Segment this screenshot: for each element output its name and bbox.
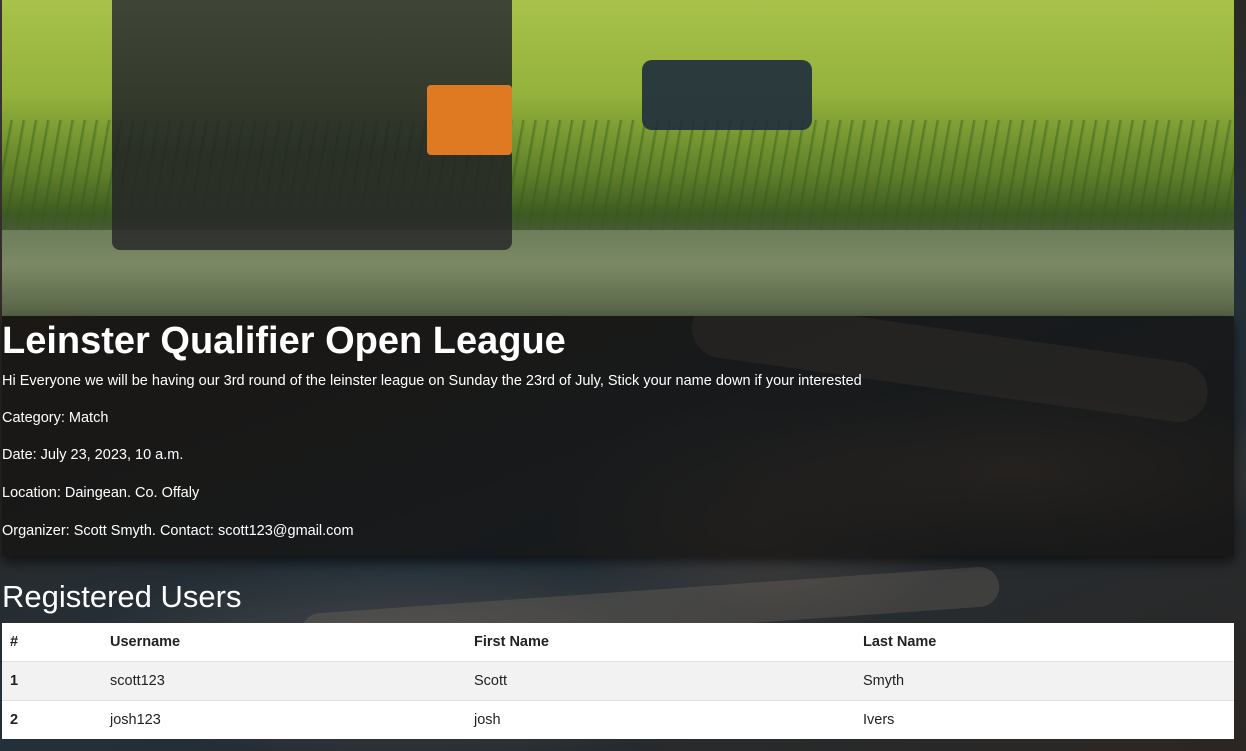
registered-users-heading: Registered Users bbox=[2, 579, 242, 614]
table-row: 1 scott123 Scott Smyth bbox=[2, 661, 1234, 701]
event-date: Date: July 23, 2023, 10 a.m. bbox=[2, 447, 184, 463]
row-number: 1 bbox=[2, 661, 102, 701]
row-first-name: josh bbox=[466, 700, 855, 739]
row-last-name: Smyth bbox=[855, 661, 1234, 701]
table-header-row: # Username First Name Last Name bbox=[2, 623, 1234, 662]
event-hero-image bbox=[2, 0, 1234, 316]
hero-tackle-bag bbox=[642, 60, 812, 130]
column-header-number: # bbox=[2, 623, 102, 662]
event-details-card: Leinster Qualifier Open League Hi Everyo… bbox=[2, 316, 1234, 556]
registered-users-table: # Username First Name Last Name 1 scott1… bbox=[2, 623, 1234, 739]
event-title: Leinster Qualifier Open League bbox=[2, 320, 566, 362]
event-organizer: Organizer: Scott Smyth. Contact: scott12… bbox=[2, 523, 354, 539]
column-header-last-name: Last Name bbox=[855, 623, 1234, 662]
hero-bait-bucket bbox=[427, 85, 512, 155]
column-header-username: Username bbox=[102, 623, 466, 662]
column-header-first-name: First Name bbox=[466, 623, 855, 662]
event-location: Location: Daingean. Co. Offaly bbox=[2, 485, 200, 501]
row-first-name: Scott bbox=[466, 661, 855, 701]
row-number: 2 bbox=[2, 700, 102, 739]
event-description: Hi Everyone we will be having our 3rd ro… bbox=[2, 373, 862, 389]
table-row: 2 josh123 josh Ivers bbox=[2, 700, 1234, 739]
row-username: josh123 bbox=[102, 700, 466, 739]
row-last-name: Ivers bbox=[855, 700, 1234, 739]
row-username: scott123 bbox=[102, 661, 466, 701]
event-category: Category: Match bbox=[2, 410, 109, 426]
